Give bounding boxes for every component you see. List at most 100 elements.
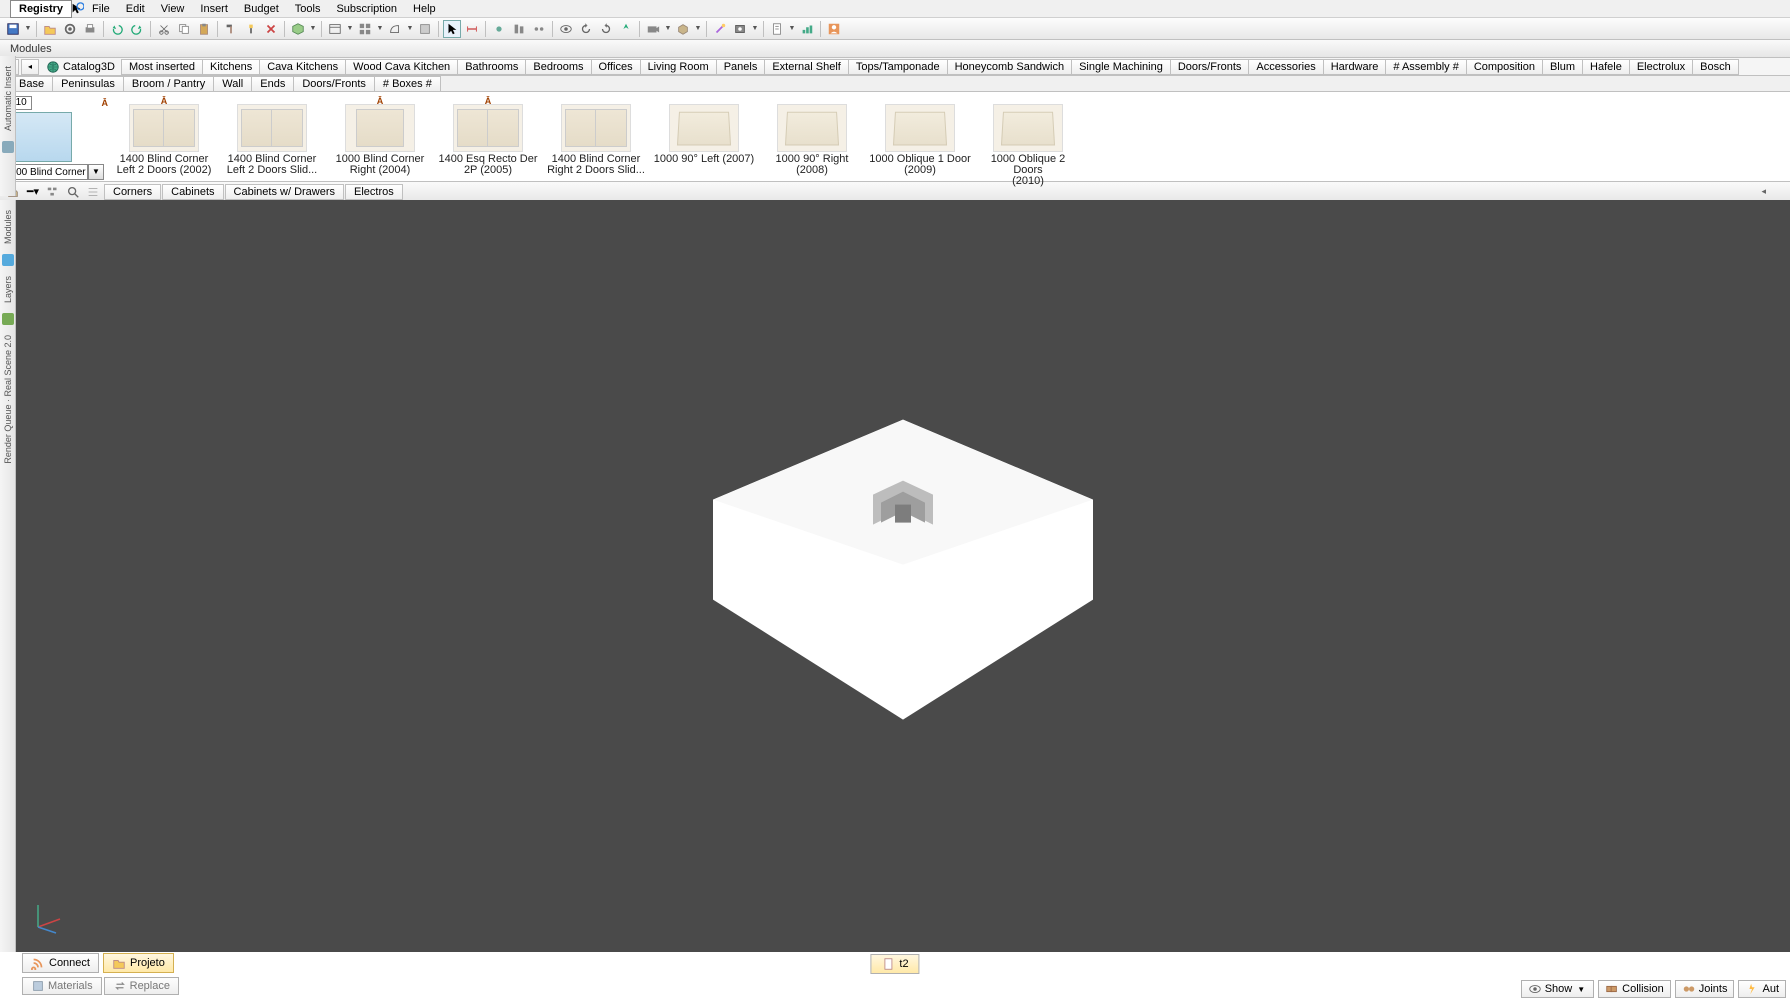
cat-tab[interactable]: External Shelf <box>764 59 848 75</box>
subcat-tab[interactable]: Doors/Fronts <box>293 76 375 92</box>
filter-tab[interactable]: Cabinets <box>162 184 223 200</box>
window-dropdown[interactable]: ▼ <box>346 20 354 38</box>
grid-dropdown[interactable]: ▼ <box>376 20 384 38</box>
hammer-icon[interactable] <box>222 20 240 38</box>
menu-help[interactable]: Help <box>405 1 444 17</box>
cat-tab[interactable]: Single Machining <box>1071 59 1171 75</box>
rotate-right-icon[interactable] <box>597 20 615 38</box>
info-icon[interactable] <box>242 20 260 38</box>
box-icon[interactable] <box>674 20 692 38</box>
side-tab-layers[interactable]: Layers <box>2 270 14 309</box>
replace-tab[interactable]: Replace <box>104 977 179 995</box>
render-dropdown[interactable]: ▼ <box>751 20 759 38</box>
nav-icon[interactable] <box>617 20 635 38</box>
show-button[interactable]: Show ▼ <box>1521 980 1594 998</box>
module-item[interactable]: 1400 Blind CornerLeft 2 Doors Slid... <box>218 94 326 178</box>
menu-subscription[interactable]: Subscription <box>328 1 405 17</box>
cat-tab[interactable]: Blum <box>1542 59 1583 75</box>
menu-insert[interactable]: Insert <box>192 1 236 17</box>
menu-tools[interactable]: Tools <box>287 1 329 17</box>
undo-icon[interactable] <box>108 20 126 38</box>
cat-tab[interactable]: Composition <box>1466 59 1543 75</box>
distribute-icon[interactable] <box>530 20 548 38</box>
catalog-label[interactable]: Catalog3D <box>40 60 121 74</box>
pointer-icon[interactable] <box>443 20 461 38</box>
project-tab[interactable]: Projeto <box>103 953 174 973</box>
cat-tab[interactable]: Kitchens <box>202 59 260 75</box>
menu-registry[interactable]: Registry <box>10 0 72 18</box>
shape-icon[interactable] <box>386 20 404 38</box>
subcat-tab[interactable]: Peninsulas <box>52 76 124 92</box>
list-icon[interactable] <box>84 184 102 200</box>
collapse-gallery-button[interactable]: ◂ <box>1761 186 1766 197</box>
cube-dropdown[interactable]: ▼ <box>309 20 317 38</box>
subcat-tab[interactable]: Base <box>10 76 53 92</box>
subcat-tab[interactable]: Wall <box>213 76 252 92</box>
subcat-tab[interactable]: Ends <box>251 76 294 92</box>
shape-dropdown[interactable]: ▼ <box>406 20 414 38</box>
grid-icon[interactable] <box>356 20 374 38</box>
eye-icon[interactable] <box>557 20 575 38</box>
cat-tab[interactable]: Tops/Tamponade <box>848 59 948 75</box>
cat-tab[interactable]: Bosch <box>1692 59 1739 75</box>
user-icon[interactable] <box>825 20 843 38</box>
filter-tab[interactable]: Cabinets w/ Drawers <box>225 184 344 200</box>
print-icon[interactable] <box>81 20 99 38</box>
module-item[interactable]: Ā 1400 Esq Recto Der2P (2005) <box>434 94 542 178</box>
filter-tab[interactable]: Corners <box>104 184 161 200</box>
cat-tab[interactable]: Electrolux <box>1629 59 1693 75</box>
menu-budget[interactable]: Budget <box>236 1 287 17</box>
module-item[interactable]: Ā 1400 Blind CornerLeft 2 Doors (2002) <box>110 94 218 178</box>
cat-tab[interactable]: Bedrooms <box>525 59 591 75</box>
category-back-button[interactable]: ◂ <box>21 59 39 75</box>
side-tab-modules[interactable]: Modules <box>2 204 14 250</box>
cat-tab[interactable]: Bathrooms <box>457 59 526 75</box>
cat-tab[interactable]: Hardware <box>1323 59 1387 75</box>
report-dropdown[interactable]: ▼ <box>788 20 796 38</box>
redo-icon[interactable] <box>128 20 146 38</box>
paste-icon[interactable] <box>195 20 213 38</box>
subcat-tab[interactable]: # Boxes # <box>374 76 441 92</box>
filter-tab[interactable]: Electros <box>345 184 403 200</box>
module-item[interactable]: 1000 Oblique 2 Doors(2010) <box>974 94 1082 189</box>
viewport-3d[interactable] <box>16 200 1790 952</box>
module-item[interactable]: 1000 90° Right(2008) <box>758 94 866 178</box>
report-icon[interactable] <box>768 20 786 38</box>
wand-icon[interactable] <box>711 20 729 38</box>
cat-tab[interactable]: Honeycomb Sandwich <box>947 59 1072 75</box>
selected-module-dropdown[interactable]: ▼ <box>88 164 104 180</box>
cat-tab[interactable]: # Assembly # <box>1385 59 1466 75</box>
menu-view[interactable]: View <box>153 1 193 17</box>
cat-tab[interactable]: Living Room <box>640 59 717 75</box>
cat-tab[interactable]: Offices <box>591 59 641 75</box>
t2-tab[interactable]: t2 <box>870 954 919 974</box>
tree-icon[interactable] <box>44 184 62 200</box>
save-dropdown[interactable]: ▼ <box>24 20 32 38</box>
render-icon[interactable] <box>731 20 749 38</box>
save-icon[interactable] <box>4 20 22 38</box>
module-item[interactable]: Ā 1000 Blind CornerRight (2004) <box>326 94 434 178</box>
module-item[interactable]: 1000 Oblique 1 Door(2009) <box>866 94 974 178</box>
delete-icon[interactable] <box>262 20 280 38</box>
camera-icon[interactable] <box>644 20 662 38</box>
filter-dropdown[interactable]: ━▾ <box>24 184 42 200</box>
box-dropdown[interactable]: ▼ <box>694 20 702 38</box>
side-tab-render[interactable]: Render Queue · Real Scene 2.0 <box>2 329 14 470</box>
room-model[interactable] <box>703 410 1103 730</box>
menu-edit[interactable]: Edit <box>118 1 153 17</box>
cat-tab[interactable]: Cava Kitchens <box>259 59 346 75</box>
window-icon[interactable] <box>326 20 344 38</box>
subcat-tab[interactable]: Broom / Pantry <box>123 76 214 92</box>
camera-dropdown[interactable]: ▼ <box>664 20 672 38</box>
connect-tab[interactable]: Connect <box>22 953 99 973</box>
module-item[interactable]: 1000 90° Left (2007) <box>650 94 758 167</box>
collision-button[interactable]: Collision <box>1598 980 1671 998</box>
module-item[interactable]: 1400 Blind CornerRight 2 Doors Slid... <box>542 94 650 178</box>
search-icon[interactable] <box>64 184 82 200</box>
gear-icon[interactable] <box>61 20 79 38</box>
align-icon[interactable] <box>510 20 528 38</box>
cat-tab[interactable]: Most inserted <box>121 59 203 75</box>
cat-tab[interactable]: Panels <box>716 59 766 75</box>
open-icon[interactable] <box>41 20 59 38</box>
measure-icon[interactable] <box>463 20 481 38</box>
